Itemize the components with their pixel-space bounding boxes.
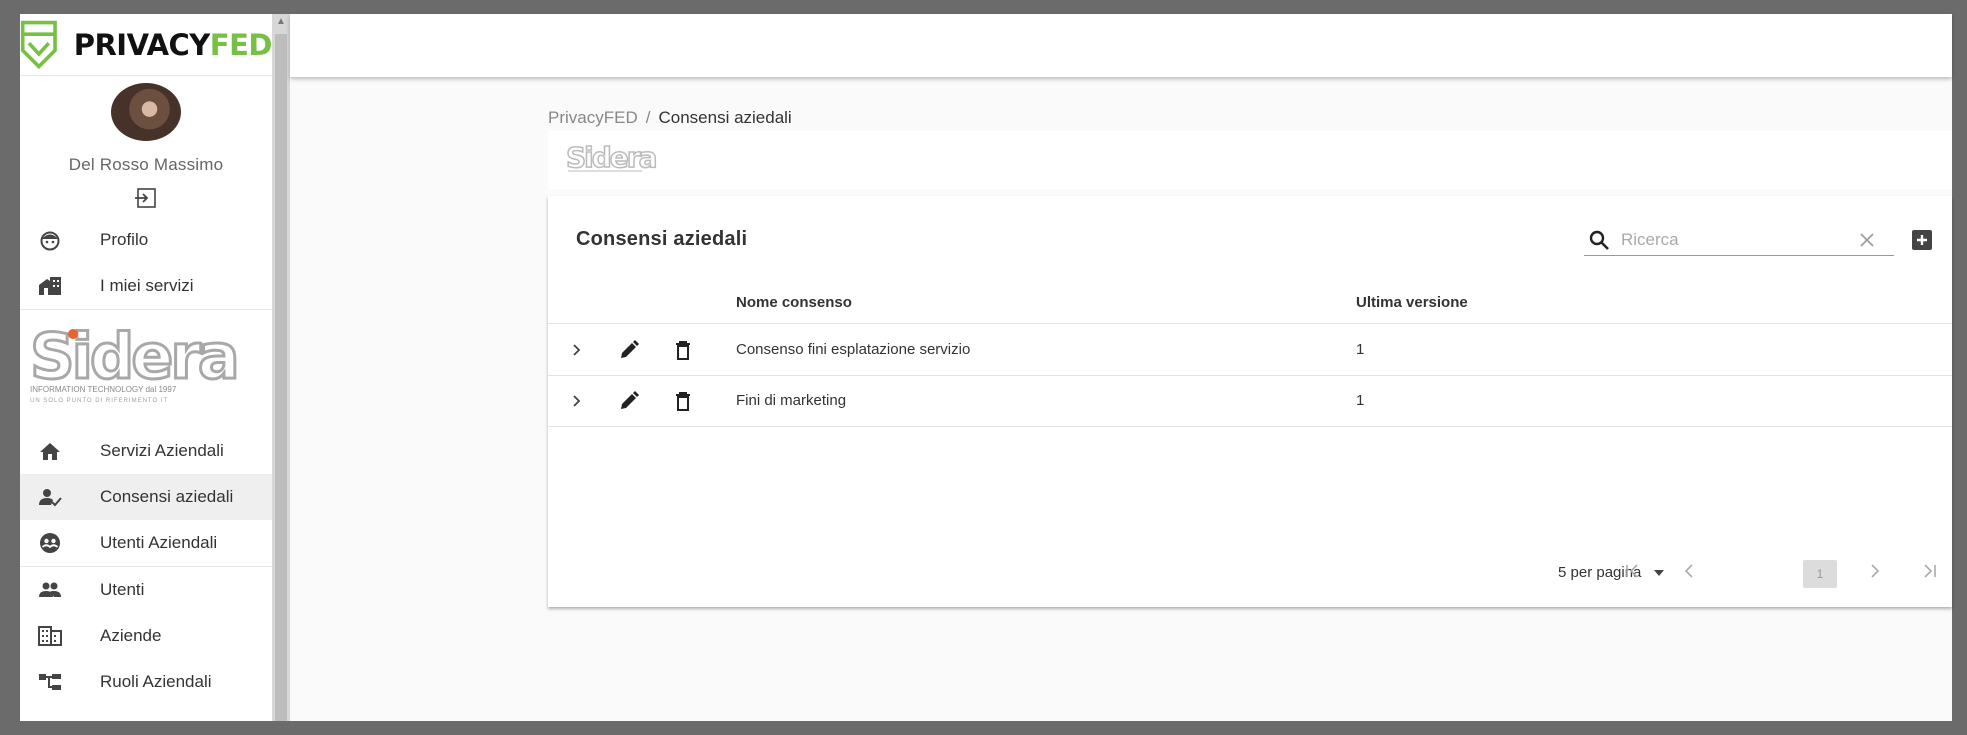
home-icon — [36, 439, 64, 463]
sidebar-item-aziende[interactable]: Aziende — [20, 613, 272, 659]
company-brand-card: Sidera — [548, 131, 1952, 189]
sidebar-scrollbar[interactable]: ▲ — [272, 14, 290, 721]
last-page-button[interactable] — [1914, 556, 1944, 586]
sidebar-item-label: Utenti Aziendali — [100, 533, 218, 552]
svg-text:Sidera: Sidera — [30, 320, 237, 393]
add-icon[interactable] — [1912, 230, 1932, 250]
dropdown-arrow-icon — [1654, 569, 1665, 576]
company-logo: Sidera INFORMATION TECHNOLOGY dal 1997 U… — [20, 310, 272, 428]
consent-version: 1 — [1356, 341, 1365, 358]
breadcrumb: PrivacyFED / Consensi aziedali — [548, 108, 792, 128]
chevron-left-icon — [1684, 564, 1693, 578]
main-content: PrivacyFED / Consensi aziedali Sidera Cons… — [290, 14, 1952, 721]
prev-page-button[interactable] — [1674, 556, 1704, 586]
app-name: PRIVACYFED — [73, 27, 272, 62]
svg-text:INFORMATION TECHNOLOGY dal 199: INFORMATION TECHNOLOGY dal 1997 — [30, 385, 177, 394]
breadcrumb-root[interactable]: PrivacyFED — [548, 108, 638, 127]
app-logo[interactable]: PRIVACYFED — [20, 14, 272, 76]
last-page-icon — [1924, 564, 1936, 578]
building-icon — [36, 624, 64, 648]
sidebar-item-profilo[interactable]: Profilo — [20, 217, 272, 263]
sidebar-item-label: Profilo — [100, 230, 149, 249]
column-header-version[interactable]: Ultima versione — [1356, 294, 1468, 311]
sidera-logo: Sidera INFORMATION TECHNOLOGY dal 1997 U… — [29, 319, 242, 405]
first-page-icon — [1626, 564, 1638, 578]
sidebar-item-utenti-aziendali[interactable]: Utenti Aziendali — [20, 520, 272, 566]
expand-chevron-icon[interactable] — [568, 341, 586, 359]
sidebar-item-servizi-aziendali[interactable]: Servizi Aziendali — [20, 428, 272, 474]
card-title: Consensi aziedali — [576, 228, 748, 250]
clear-icon[interactable] — [1856, 229, 1878, 251]
search-input[interactable] — [1621, 228, 1851, 252]
chevron-right-icon — [1871, 564, 1880, 578]
column-header-name[interactable]: Nome consenso — [736, 294, 852, 311]
delete-trash-icon[interactable] — [672, 339, 694, 361]
expand-chevron-icon[interactable] — [568, 392, 586, 410]
face-icon — [36, 228, 64, 252]
group-circle-icon — [36, 531, 64, 555]
avatar[interactable] — [111, 83, 181, 141]
sidebar-item-label: Servizi Aziendali — [100, 441, 224, 460]
search-box — [1584, 226, 1894, 256]
consent-name: Fini di marketing — [736, 392, 847, 409]
svg-text:UN SOLO PUNTO DI RIFERIMENTO I: UN SOLO PUNTO DI RIFERIMENTO IT — [30, 398, 168, 404]
scroll-up-icon[interactable]: ▲ — [276, 17, 286, 27]
sidebar: PRIVACYFED Del Rosso Massimo Profilo I m… — [20, 14, 272, 721]
sidebar-item-label: Ruoli Aziendali — [100, 672, 212, 691]
first-page-button[interactable] — [1618, 556, 1648, 586]
breadcrumb-current: Consensi aziedali — [658, 108, 792, 127]
top-bar — [290, 14, 1952, 77]
edit-pencil-icon[interactable] — [618, 339, 640, 361]
table-row: Consenso fini esplatazione servizio 1 — [548, 325, 1952, 376]
privacyfed-logo-icon — [20, 20, 57, 69]
sidebar-item-ruoli[interactable]: Ruoli Aziendali — [20, 659, 272, 705]
sidebar-item-label: Consensi aziedali — [100, 487, 234, 506]
current-page[interactable]: 1 — [1803, 560, 1837, 588]
sidebar-item-utenti[interactable]: Utenti — [20, 567, 272, 613]
sidebar-item-label: I miei servizi — [100, 276, 194, 295]
breadcrumb-separator: / — [645, 108, 651, 127]
services-icon — [36, 274, 64, 298]
sidebar-item-servizi[interactable]: I miei servizi — [20, 263, 272, 309]
sidebar-item-label: Aziende — [100, 626, 162, 645]
scrollbar-thumb[interactable] — [275, 34, 287, 721]
svg-text:Sidera: Sidera — [566, 141, 656, 174]
person-check-icon — [36, 485, 64, 509]
page-size-select[interactable]: 5 per pagina — [1558, 564, 1665, 581]
sidera-logo-small: Sidera — [565, 140, 658, 175]
table-row: Fini di marketing 1 — [548, 376, 1952, 427]
next-page-button[interactable] — [1860, 556, 1890, 586]
hierarchy-icon — [36, 670, 64, 694]
user-name: Del Rosso Massimo — [68, 155, 224, 174]
search-icon — [1589, 230, 1609, 250]
sidebar-item-consensi[interactable]: Consensi aziedali — [20, 474, 272, 520]
logout-icon[interactable] — [134, 187, 158, 209]
delete-trash-icon[interactable] — [672, 390, 694, 412]
sidebar-item-label: Utenti — [100, 580, 145, 599]
consents-card: Consensi aziedali Nome consenso Ultima v… — [548, 196, 1952, 607]
table-header: Nome consenso Ultima versione — [548, 282, 1952, 324]
user-block: Del Rosso Massimo — [20, 83, 272, 217]
consent-name: Consenso fini esplatazione servizio — [736, 341, 971, 358]
people-icon — [36, 578, 64, 602]
consent-version: 1 — [1356, 392, 1365, 409]
edit-pencil-icon[interactable] — [618, 390, 640, 412]
